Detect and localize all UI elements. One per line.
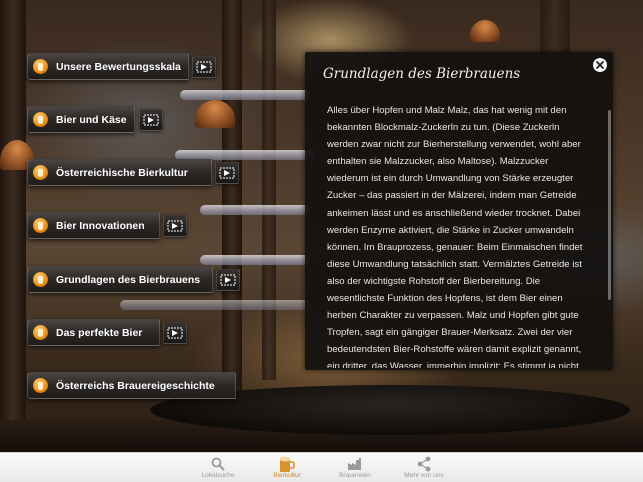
tab-mehr-von-uns[interactable]: Mehr von uns <box>389 453 459 482</box>
tab-label: Bierkultur <box>273 472 301 479</box>
beer-glass-icon <box>33 112 48 127</box>
menu-item-label: Unsere Bewertungsskala <box>56 60 181 73</box>
menu-item-grundlagen-des-bierbrauens[interactable]: Grundlagen des Bierbrauens <box>27 266 213 293</box>
tab-label: Mehr von uns <box>404 472 444 479</box>
tab-lokalsuche[interactable]: Lokalsuche <box>183 453 253 482</box>
beer-glass-icon <box>33 59 48 74</box>
article-panel: Grundlagen des Bierbrauens Alles über Ho… <box>305 52 613 370</box>
beer-glass-icon <box>33 165 48 180</box>
menu-item-label: Österreichische Bierkultur <box>56 166 188 179</box>
tab-bierkultur[interactable]: Bierkultur <box>252 453 322 482</box>
menu-item-label: Österreichs Brauereigeschichte <box>56 379 215 392</box>
search-icon <box>211 453 225 472</box>
share-icon <box>416 453 432 472</box>
menu-item-oesterreichische-bierkultur[interactable]: Österreichische Bierkultur <box>27 159 212 186</box>
expand-arrow-icon[interactable] <box>192 56 216 78</box>
menu-item-label: Bier und Käse <box>56 113 127 126</box>
beer-glass-icon <box>33 218 48 233</box>
menu-item-oesterreichs-brauereigeschichte[interactable]: Österreichs Brauereigeschichte <box>27 372 236 399</box>
tab-label: Lokalsuche <box>201 472 235 479</box>
expand-arrow-icon[interactable] <box>139 109 163 131</box>
menu-item-bewertungsskala[interactable]: Unsere Bewertungsskala <box>27 53 189 80</box>
menu-item-label: Grundlagen des Bierbrauens <box>56 273 201 286</box>
scrollbar[interactable] <box>608 110 611 300</box>
menu-item-bier-und-kaese[interactable]: Bier und Käse <box>27 106 135 133</box>
menu-item-bier-innovationen[interactable]: Bier Innovationen <box>27 212 160 239</box>
beer-glass-icon <box>33 378 48 393</box>
factory-icon <box>347 453 363 472</box>
beer-mug-icon <box>279 453 295 472</box>
article-text: Alles über Hopfen und Malz Malz, das hat… <box>327 105 583 368</box>
tab-label: Brauereien <box>339 472 371 479</box>
menu-item-label: Das perfekte Bier <box>56 326 143 339</box>
beer-glass-icon <box>33 325 48 340</box>
beer-glass-icon <box>33 272 48 287</box>
tab-bar: Lokalsuche Bierkultur Brauereien Mehr vo… <box>0 452 643 482</box>
expand-arrow-icon[interactable] <box>216 269 240 291</box>
expand-arrow-icon[interactable] <box>215 162 239 184</box>
menu-item-label: Bier Innovationen <box>56 219 145 232</box>
expand-arrow-icon[interactable] <box>163 215 187 237</box>
menu-item-das-perfekte-bier[interactable]: Das perfekte Bier <box>27 319 160 346</box>
close-icon[interactable] <box>593 58 607 72</box>
panel-title: Grundlagen des Bierbrauens <box>323 66 521 82</box>
tab-brauereien[interactable]: Brauereien <box>320 453 390 482</box>
expand-arrow-icon[interactable] <box>163 322 187 344</box>
